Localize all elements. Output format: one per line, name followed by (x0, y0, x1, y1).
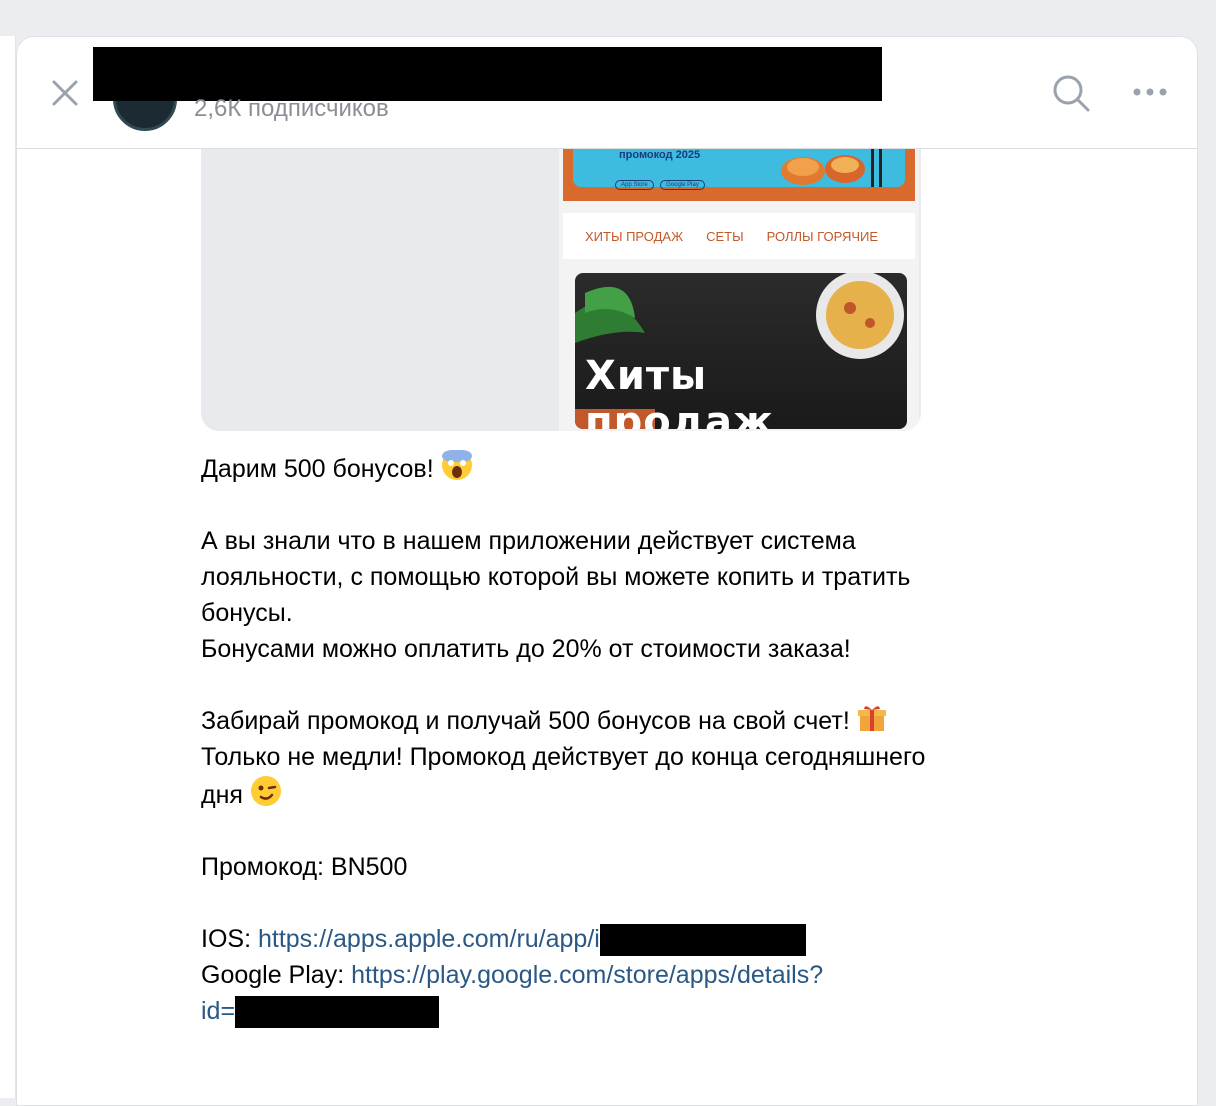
redacted-ios-link (599, 924, 806, 957)
appstore-badge: App Store (615, 180, 654, 190)
text-line: Бонусами можно оплатить до 20% от стоимо… (201, 635, 851, 663)
redacted-community-name (93, 47, 882, 101)
wink-emoji-icon (250, 776, 281, 806)
promo-code-line: Промокод: BN500 (201, 853, 408, 881)
googleplay-link-line-2: id= (201, 993, 1021, 1029)
text-fragment: дня (201, 781, 243, 809)
post-viewer-window: 2,6К подписчиков промокод 2025 App Store (16, 36, 1198, 1106)
close-button[interactable] (47, 75, 83, 111)
category-tabs: ХИТЫ ПРОДАЖ СЕТЫ РОЛЛЫ ГОРЯЧИЕ (563, 213, 915, 259)
subscribers-count: 2,6К подписчиков (194, 95, 389, 122)
googleplay-label: Google Play: (201, 961, 352, 989)
app-screenshot: промокод 2025 App Store Google Play ХИТЫ… (559, 149, 919, 431)
ios-app-link[interactable]: https://apps.apple.com/ru/app/i (258, 925, 600, 953)
post-image[interactable]: промокод 2025 App Store Google Play ХИТЫ… (201, 149, 921, 431)
googleplay-link-line: Google Play: https://play.google.com/sto… (201, 957, 1021, 993)
googleplay-badge: Google Play (660, 180, 705, 190)
googleplay-app-link[interactable]: https://play.google.com/store/apps/detai… (351, 961, 823, 989)
text-line: дня (201, 775, 1021, 813)
text-fragment: Забирай промокод и получай 500 бонусов н… (201, 707, 850, 735)
promo-banner-inner: промокод 2025 App Store Google Play (573, 149, 905, 190)
more-options-button[interactable] (1129, 77, 1173, 107)
post-headline: Дарим 500 бонусов! (201, 449, 1021, 487)
text-line: Забирай промокод и получай 500 бонусов н… (201, 703, 1021, 739)
promo-banner: промокод 2025 App Store Google Play (563, 149, 915, 201)
scream-emoji-icon (441, 450, 472, 480)
text-line: А вы знали что в нашем приложении действ… (201, 527, 856, 555)
hits-banner: Хиты продаж (575, 273, 907, 429)
hits-banner-title: Хиты продаж (585, 353, 774, 429)
gift-emoji-icon (857, 706, 886, 731)
category-tab-sets: СЕТЫ (706, 228, 744, 244)
text-line: лояльности, с помощью которой вы можете … (201, 563, 911, 591)
store-badges: App Store Google Play (615, 173, 707, 191)
search-button[interactable] (1051, 73, 1091, 113)
redacted-googleplay-id (235, 996, 440, 1029)
search-icon (1053, 75, 1090, 112)
sushi-image (781, 149, 882, 187)
text-line: Только не медли! Промокод действует до к… (201, 743, 926, 771)
headline-text: Дарим 500 бонусов! (201, 455, 434, 483)
post-text: Дарим 500 бонусов! А вы знали что в наше… (201, 449, 1021, 1029)
post-header: 2,6К подписчиков (17, 37, 1197, 149)
background-edge (0, 36, 16, 1098)
ios-link-line: IOS: https://apps.apple.com/ru/app/i (201, 921, 1021, 957)
category-tab-hot-rolls: РОЛЛЫ ГОРЯЧИЕ (766, 228, 879, 244)
ios-label: IOS: (201, 925, 258, 953)
text-line: бонусы. (201, 599, 293, 627)
close-icon (52, 80, 78, 106)
googleplay-app-link-id[interactable]: id= (201, 997, 235, 1025)
more-dots-icon (1133, 88, 1167, 96)
promo-banner-text: промокод 2025 (619, 149, 701, 161)
category-tab-hits: ХИТЫ ПРОДАЖ (585, 228, 684, 244)
